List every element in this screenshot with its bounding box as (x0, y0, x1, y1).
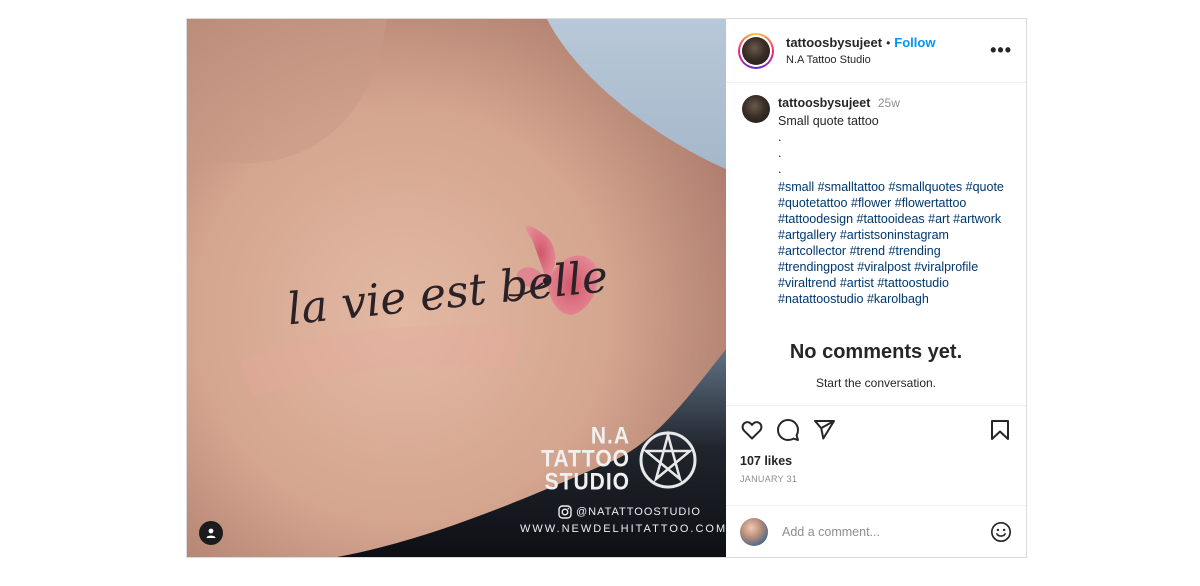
hashtag-link[interactable]: #quote (966, 180, 1004, 194)
no-comments-message: No comments yet. Start the conversation. (726, 341, 1026, 390)
comments-section: tattoosbysujeet 25w Small quote tattoo .… (726, 83, 1026, 405)
hashtag-link[interactable]: #smallquotes (889, 180, 963, 194)
hashtag-link[interactable]: #small (778, 180, 814, 194)
hashtag-link[interactable]: #viralprofile (914, 260, 978, 274)
caption-avatar[interactable] (742, 95, 770, 123)
bookmark-icon[interactable] (988, 418, 1012, 442)
hashtag-link[interactable]: #artwork (953, 212, 1001, 226)
post-location[interactable]: N.A Tattoo Studio (786, 54, 990, 66)
post-header: tattoosbysujeet • Follow N.A Tattoo Stud… (726, 19, 1026, 83)
hashtag-link[interactable]: #trending (889, 244, 941, 258)
comment-input[interactable] (780, 523, 990, 540)
hashtag-link[interactable]: #karolbagh (867, 292, 929, 306)
more-options-button[interactable]: ••• (990, 40, 1012, 61)
post-date[interactable]: JANUARY 31 (740, 474, 1012, 484)
likes-count[interactable]: 107 likes (740, 454, 1012, 468)
heart-icon[interactable] (740, 418, 764, 442)
add-comment-bar (726, 505, 1026, 557)
follow-button[interactable]: Follow (894, 35, 935, 50)
watermark-handle-text: @NATATTOOSTUDIO (576, 506, 701, 518)
hashtag-link[interactable]: #flower (851, 196, 891, 210)
hashtag-link[interactable]: #trend (850, 244, 885, 258)
pentagram-logo-icon (639, 430, 697, 489)
caption-text: Small quote tattoo (778, 114, 879, 128)
watermark-website: WWW.NEWDELHITATTOO.COM (520, 523, 726, 535)
post-actions: 107 likes JANUARY 31 (726, 405, 1026, 505)
author-avatar[interactable] (738, 32, 774, 69)
hashtag-link[interactable]: #trendingpost (778, 260, 854, 274)
hashtag-link[interactable]: #artistsoninstagram (840, 228, 949, 242)
hashtag-link[interactable]: #artcollector (778, 244, 846, 258)
studio-watermark: N.A TATTOO STUDIO @NATATTOOSTUDIO WWW.NE… (520, 422, 725, 543)
instagram-logo-icon (558, 505, 572, 519)
watermark-handle: @NATATTOOSTUDIO (558, 505, 701, 519)
no-comments-subtitle: Start the conversation. (815, 376, 937, 390)
hashtag-link[interactable]: #viraltrend (778, 276, 836, 290)
hashtag-link[interactable]: #art (928, 212, 950, 226)
hashtag-list: #small #smalltattoo #smallquotes #quote … (778, 179, 1018, 307)
instagram-post: la vie est belle N.A TATTOO STUDIO @NATA… (186, 18, 1027, 558)
hashtag-link[interactable]: #viralpost (857, 260, 911, 274)
hashtag-link[interactable]: #tattooideas (857, 212, 925, 226)
hashtag-link[interactable]: #tattoostudio (877, 276, 949, 290)
caption-dots: . . . (778, 130, 782, 176)
person-icon (206, 528, 216, 538)
hashtag-link[interactable]: #flowertattoo (895, 196, 967, 210)
hashtag-link[interactable]: #quotetattoo (778, 196, 848, 210)
author-username[interactable]: tattoosbysujeet (786, 35, 882, 50)
hashtag-link[interactable]: #artgallery (778, 228, 836, 242)
watermark-studio-name: N.A TATTOO STUDIO (541, 422, 630, 496)
post-sidebar: tattoosbysujeet • Follow N.A Tattoo Stud… (726, 19, 1026, 557)
post-image[interactable]: la vie est belle N.A TATTOO STUDIO @NATA… (187, 19, 726, 557)
hashtag-link[interactable]: #natattoostudio (778, 292, 864, 306)
comment-icon[interactable] (776, 418, 800, 442)
share-icon[interactable] (812, 418, 836, 442)
caption-username[interactable]: tattoosbysujeet (778, 96, 870, 110)
header-separator: • (886, 35, 891, 50)
no-comments-title: No comments yet. (789, 341, 963, 363)
current-user-avatar (740, 517, 768, 546)
hashtag-link[interactable]: #smalltattoo (818, 180, 885, 194)
caption: tattoosbysujeet 25w Small quote tattoo .… (742, 95, 1012, 307)
smiley-icon[interactable] (990, 521, 1012, 543)
tagged-people-button[interactable] (199, 521, 223, 545)
hashtag-link[interactable]: #artist (840, 276, 874, 290)
hashtag-link[interactable]: #tattoodesign (778, 212, 853, 226)
caption-time[interactable]: 25w (878, 96, 900, 110)
